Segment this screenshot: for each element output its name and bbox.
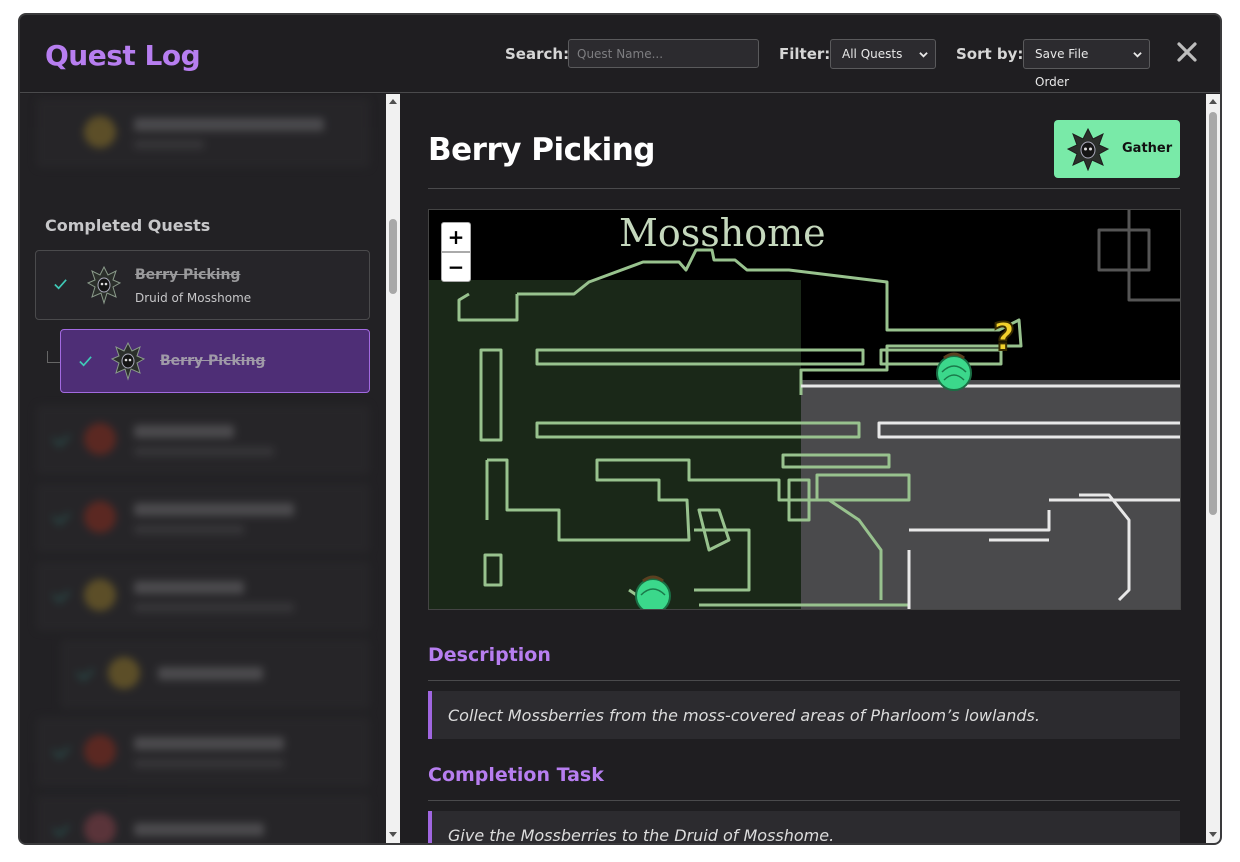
sort-select[interactable]: Save File Order: [1023, 39, 1150, 89]
completion-task-text: Give the Mossberries to the Druid of Mos…: [448, 826, 835, 845]
completed-quests-heading: Completed Quests: [45, 216, 211, 235]
scroll-down-arrow[interactable]: [1209, 832, 1217, 837]
title-divider: [428, 188, 1180, 189]
check-icon: [79, 356, 92, 367]
zoom-out-button[interactable]: −: [441, 252, 471, 282]
completion-divider: [428, 800, 1180, 801]
berry-marker-icon: [936, 352, 972, 391]
list-item: [36, 98, 370, 168]
header-bar: Quest Log Search: Filter: All Quests Sor…: [20, 15, 1220, 93]
scroll-thumb[interactable]: [389, 219, 397, 294]
description-divider: [428, 680, 1180, 681]
description-text: Collect Mossberries from the moss-covere…: [448, 706, 1040, 725]
scroll-thumb[interactable]: [1209, 112, 1217, 515]
quest-type-label: Gather: [1122, 141, 1173, 156]
map-graphic: ? Mosshome: [429, 210, 1180, 609]
description-heading: Description: [428, 644, 551, 666]
list-item: [36, 405, 370, 475]
quest-name: Berry Picking: [135, 267, 241, 283]
quest-subitem-berry-picking-selected[interactable]: Berry Picking: [60, 329, 370, 393]
app-title: Quest Log: [45, 39, 201, 72]
quest-detail-panel: Berry Picking Gather ? Mosshome + − Desc…: [401, 94, 1206, 845]
completion-task-box: Give the Mossberries to the Druid of Mos…: [428, 811, 1180, 845]
quest-marker-icon: ?: [993, 315, 1015, 359]
map-region-label: Mosshome: [619, 211, 826, 255]
filter-select[interactable]: All Quests: [830, 39, 936, 69]
quest-name: Berry Picking: [160, 353, 266, 369]
search-label: Search:: [505, 45, 570, 63]
scroll-up-arrow[interactable]: [389, 99, 397, 104]
close-icon[interactable]: [1174, 39, 1200, 65]
sort-label: Sort by:: [956, 45, 1024, 63]
detail-scrollbar[interactable]: [1206, 94, 1220, 843]
search-input[interactable]: [568, 39, 759, 68]
quest-giver: Druid of Mosshome: [135, 291, 252, 305]
zoom-in-button[interactable]: +: [441, 222, 471, 252]
quest-detail-title: Berry Picking: [428, 132, 655, 168]
tree-connector: [47, 351, 61, 363]
scroll-up-arrow[interactable]: [1209, 99, 1217, 104]
check-icon: [54, 279, 67, 290]
list-item: [36, 561, 370, 631]
quest-log-window: Quest Log Search: Filter: All Quests Sor…: [18, 13, 1222, 845]
description-box: Collect Mossberries from the moss-covere…: [428, 691, 1180, 739]
druid-icon: [86, 265, 122, 305]
list-item: [36, 483, 370, 553]
chevron-down-icon: [1133, 52, 1142, 58]
chevron-down-icon: [919, 52, 928, 58]
druid-icon: [1066, 127, 1110, 171]
quest-item-berry-picking[interactable]: Berry Picking Druid of Mosshome: [35, 250, 370, 320]
quest-list-panel: Completed Quests Berry Picking Druid of …: [20, 94, 386, 843]
completion-task-heading: Completion Task: [428, 764, 604, 786]
druid-icon: [110, 341, 146, 381]
sort-select-value: Save File Order: [1035, 47, 1089, 89]
quest-list-scrollbar[interactable]: [386, 94, 400, 843]
quest-type-badge: Gather: [1054, 120, 1180, 178]
filter-label: Filter:: [779, 45, 831, 63]
filter-select-value: All Quests: [842, 47, 903, 61]
list-item: [36, 717, 370, 787]
quest-map[interactable]: ? Mosshome + −: [428, 209, 1181, 610]
list-item: [60, 639, 370, 709]
list-item: [36, 795, 370, 843]
scroll-down-arrow[interactable]: [389, 832, 397, 837]
